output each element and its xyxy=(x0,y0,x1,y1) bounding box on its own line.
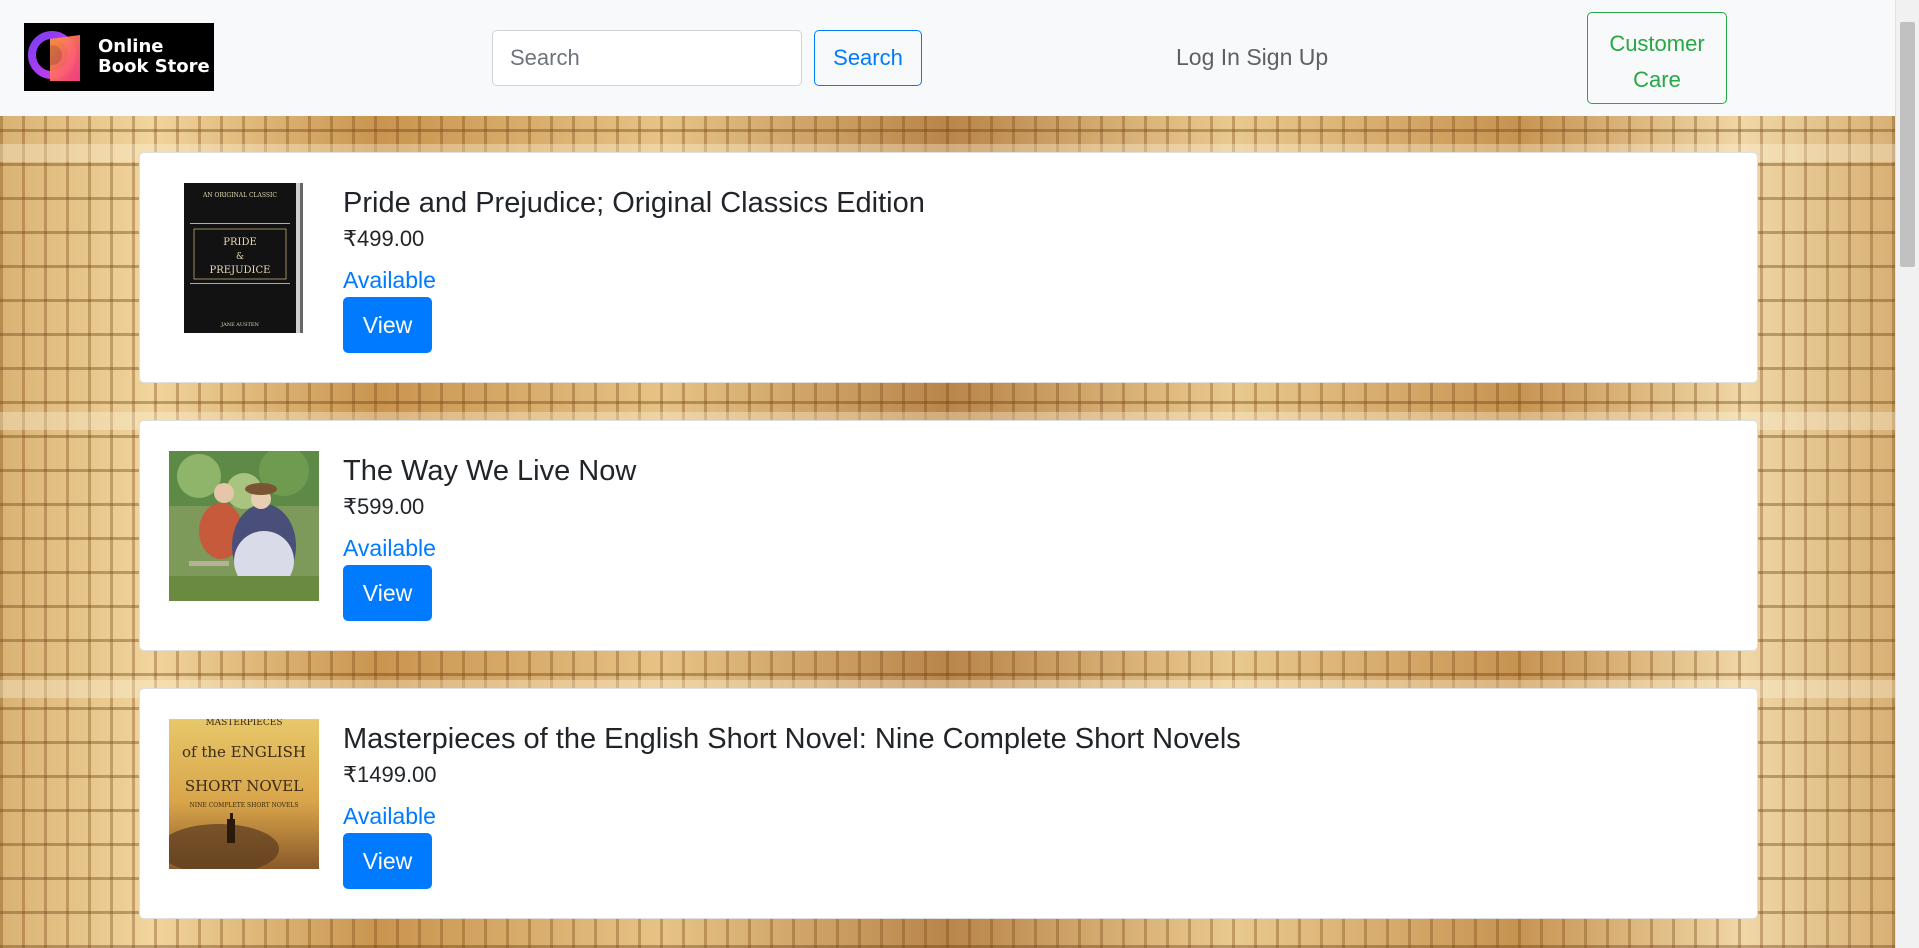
view-button[interactable]: View xyxy=(343,297,432,353)
cover-1-line2: & xyxy=(236,252,244,262)
book-title[interactable]: Masterpieces of the English Short Novel:… xyxy=(343,719,1241,759)
book-card: MASTERPIECES of the ENGLISH SHORT NOVEL … xyxy=(139,688,1758,919)
cover-1-author: JANE AUSTEN xyxy=(220,322,259,328)
store-logo[interactable]: Online Book Store xyxy=(24,23,214,91)
search-input[interactable] xyxy=(492,30,802,86)
view-button[interactable]: View xyxy=(343,565,432,621)
scrollbar-thumb[interactable] xyxy=(1900,22,1915,267)
book-card: AN ORIGINAL CLASSIC PRIDE & PREJUDICE JA… xyxy=(139,152,1758,383)
book-cover-image[interactable] xyxy=(169,451,319,601)
cover-3-line1: of the ENGLISH xyxy=(182,743,306,761)
logo-line-2: Book Store xyxy=(98,56,210,77)
cover-1-top: AN ORIGINAL CLASSIC xyxy=(202,192,277,199)
customer-care-line-2: Care xyxy=(1633,67,1681,92)
customer-care-line-1: Customer xyxy=(1609,31,1705,56)
logo-line-1: Online xyxy=(98,36,164,57)
availability-status[interactable]: Available xyxy=(343,265,925,295)
book-price: ₹599.00 xyxy=(343,494,425,519)
book-info: The Way We Live Now ₹599.00 Available Vi… xyxy=(343,451,636,621)
cover-3-line2: SHORT NOVEL xyxy=(185,777,303,795)
auth-links: Log In Sign Up xyxy=(1176,44,1328,71)
view-button[interactable]: View xyxy=(343,833,432,889)
page: Online Book Store Search Log In Sign Up … xyxy=(0,0,1919,948)
navbar: Online Book Store Search Log In Sign Up … xyxy=(0,0,1895,116)
book-info: Masterpieces of the English Short Novel:… xyxy=(343,719,1241,889)
availability-status[interactable]: Available xyxy=(343,533,636,563)
login-link[interactable]: Log In xyxy=(1176,44,1240,70)
book-price: ₹1499.00 xyxy=(343,762,437,787)
logo-text: Online Book Store xyxy=(98,37,210,77)
signup-link[interactable]: Sign Up xyxy=(1246,44,1328,70)
book-cover-image[interactable]: AN ORIGINAL CLASSIC PRIDE & PREJUDICE JA… xyxy=(184,183,306,333)
logo-icon xyxy=(28,27,88,87)
cover-1-line3: PREJUDICE xyxy=(210,265,271,276)
book-card: The Way We Live Now ₹599.00 Available Vi… xyxy=(139,420,1758,651)
vertical-scrollbar[interactable] xyxy=(1895,0,1919,948)
cover-3-top: MASTERPIECES xyxy=(205,719,282,728)
search-button[interactable]: Search xyxy=(814,30,922,86)
book-title[interactable]: Pride and Prejudice; Original Classics E… xyxy=(343,183,925,223)
book-title[interactable]: The Way We Live Now xyxy=(343,451,636,491)
book-info: Pride and Prejudice; Original Classics E… xyxy=(343,183,925,353)
cover-1-line1: PRIDE xyxy=(223,237,257,248)
availability-status[interactable]: Available xyxy=(343,801,1241,831)
cover-3-line3: NINE COMPLETE SHORT NOVELS xyxy=(190,802,299,809)
book-price: ₹499.00 xyxy=(343,226,425,251)
customer-care-button[interactable]: Customer Care xyxy=(1587,12,1727,104)
book-cover-image[interactable]: MASTERPIECES of the ENGLISH SHORT NOVEL … xyxy=(169,719,319,869)
